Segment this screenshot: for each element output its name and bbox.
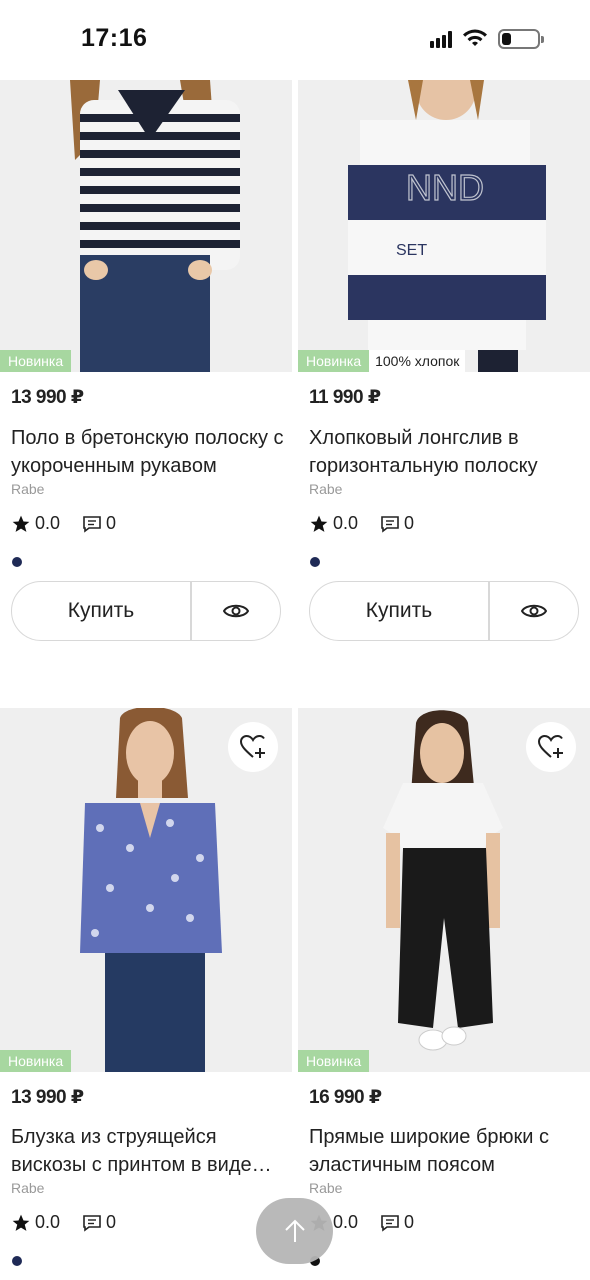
star-icon xyxy=(12,1214,30,1231)
color-swatch[interactable] xyxy=(12,1256,22,1266)
product-rating: 0.0 xyxy=(333,1212,359,1232)
star-icon xyxy=(310,515,328,532)
signal-icon xyxy=(430,30,452,48)
product-brand: Rabe xyxy=(11,1180,45,1196)
product-image[interactable]: Новинка xyxy=(0,708,292,1072)
color-swatch[interactable] xyxy=(12,557,22,567)
product-rating: 0.0 xyxy=(35,1212,61,1232)
quick-view-button[interactable] xyxy=(490,582,578,640)
badge-new: Новинка xyxy=(298,350,370,372)
product-actions: Купить xyxy=(11,581,281,641)
product-meta: 0.0 0 xyxy=(309,513,414,534)
eye-icon xyxy=(521,604,547,618)
product-reviews: 0 xyxy=(106,1212,117,1232)
scroll-top-button[interactable] xyxy=(256,1198,333,1264)
badge-new: Новинка xyxy=(0,1050,72,1072)
product-card[interactable]: NND SET Новинка 100% хлопок 11 990 ₽ Хло… xyxy=(298,80,590,641)
product-brand: Rabe xyxy=(309,1180,343,1196)
quick-view-button[interactable] xyxy=(192,582,280,640)
product-reviews: 0 xyxy=(404,513,415,533)
comment-icon xyxy=(83,1214,101,1232)
product-brand: Rabe xyxy=(11,481,45,497)
product-title[interactable]: Блузка из струящейся вискозы с принтом в… xyxy=(11,1123,286,1179)
product-price: 16 990 ₽ xyxy=(309,1087,382,1108)
star-icon xyxy=(12,515,30,532)
product-card[interactable]: Новинка 13 990 ₽ Блузка из струящейся ви… xyxy=(0,708,292,1266)
battery-icon xyxy=(498,29,544,49)
comment-icon xyxy=(381,1214,399,1232)
product-image[interactable]: Новинка xyxy=(298,708,590,1072)
product-actions: Купить xyxy=(309,581,579,641)
buy-button[interactable]: Купить xyxy=(310,582,490,640)
product-rating: 0.0 xyxy=(333,513,359,533)
comment-icon xyxy=(381,515,399,533)
product-reviews: 0 xyxy=(404,1212,415,1232)
product-price: 13 990 ₽ xyxy=(11,1087,84,1108)
product-reviews: 0 xyxy=(106,513,117,533)
heart-plus-icon xyxy=(239,734,265,758)
product-card[interactable]: Новинка 16 990 ₽ Прямые широкие брюки с … xyxy=(298,708,590,1266)
badge-material: 100% хлопок xyxy=(369,350,466,372)
svg-text:SET: SET xyxy=(396,242,427,259)
status-bar: 17:16 xyxy=(0,0,590,80)
svg-text:NND: NND xyxy=(406,167,484,208)
eye-icon xyxy=(223,604,249,618)
badge-new: Новинка xyxy=(0,350,72,372)
product-card[interactable]: Новинка 13 990 ₽ Поло в бретонскую полос… xyxy=(0,80,292,641)
product-price: 11 990 ₽ xyxy=(309,387,381,408)
favorite-button[interactable] xyxy=(526,722,576,772)
product-image[interactable]: NND SET Новинка 100% хлопок xyxy=(298,80,590,372)
product-title[interactable]: Прямые широкие брюки с эластичным поясом xyxy=(309,1123,584,1179)
badge-new: Новинка xyxy=(298,1050,370,1072)
color-swatch[interactable] xyxy=(310,557,320,567)
product-meta: 0.0 0 xyxy=(11,513,116,534)
favorite-button[interactable] xyxy=(228,722,278,772)
arrow-up-icon xyxy=(284,1219,305,1242)
heart-plus-icon xyxy=(537,734,563,758)
product-title[interactable]: Хлопковый лонгслив в горизонтальную поло… xyxy=(309,424,584,480)
product-price: 13 990 ₽ xyxy=(11,387,84,408)
product-title[interactable]: Поло в бретонскую полоску с укороченным … xyxy=(11,424,286,480)
product-image[interactable]: Новинка xyxy=(0,80,292,372)
status-time: 17:16 xyxy=(81,24,148,52)
comment-icon xyxy=(83,515,101,533)
buy-button[interactable]: Купить xyxy=(12,582,192,640)
wifi-icon xyxy=(463,29,487,46)
product-rating: 0.0 xyxy=(35,513,61,533)
product-meta: 0.0 0 xyxy=(11,1212,116,1233)
product-brand: Rabe xyxy=(309,481,343,497)
